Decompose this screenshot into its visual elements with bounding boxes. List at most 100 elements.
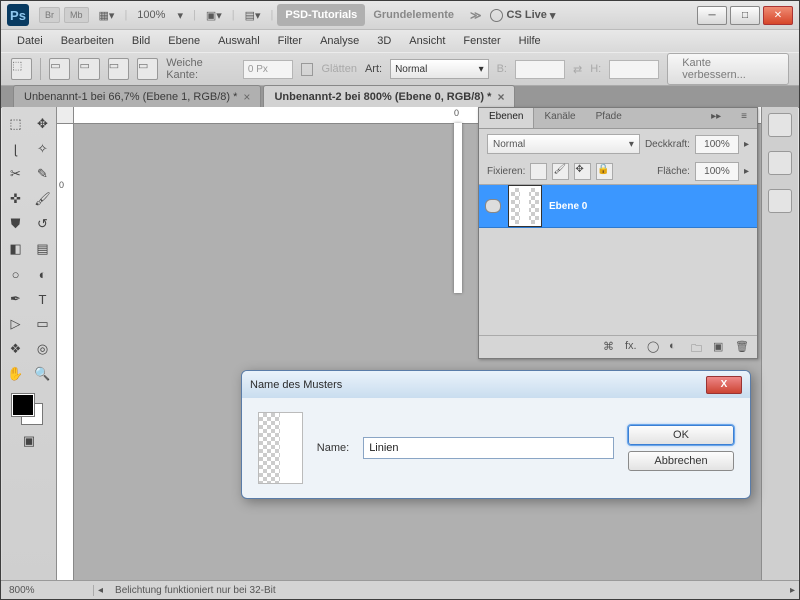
3d-camera-icon[interactable]: ◎ bbox=[31, 338, 55, 360]
lock-position-icon[interactable]: ✥ bbox=[574, 163, 591, 180]
panel-collapse-icon[interactable]: ▸▸ bbox=[701, 108, 731, 128]
maximize-button[interactable]: □ bbox=[730, 6, 760, 25]
menu-ebene[interactable]: Ebene bbox=[160, 32, 208, 50]
tab-kanaele[interactable]: Kanäle bbox=[534, 108, 585, 128]
minibridge-badge[interactable]: Mb bbox=[64, 7, 89, 23]
workspace-tab[interactable]: Grundelemente bbox=[365, 4, 462, 26]
new-layer-icon[interactable]: ▣ bbox=[713, 340, 727, 354]
history-brush-icon[interactable]: ↺ bbox=[31, 213, 55, 235]
layer-group-icon[interactable]: 🗀 bbox=[691, 340, 705, 354]
refine-edge-button[interactable]: Kante verbessern... bbox=[667, 53, 789, 85]
layer-mask-icon[interactable]: ◯ bbox=[647, 340, 661, 354]
heal-tool-icon[interactable]: ✜ bbox=[4, 188, 28, 210]
document-tab[interactable]: Unbenannt-1 bei 66,7% (Ebene 1, RGB/8) *… bbox=[13, 85, 261, 108]
width-input[interactable] bbox=[515, 60, 565, 79]
fill-flyout-icon[interactable]: ▸ bbox=[744, 166, 749, 177]
cancel-button[interactable]: Abbrechen bbox=[628, 451, 734, 471]
menu-bild[interactable]: Bild bbox=[124, 32, 158, 50]
layer-name[interactable]: Ebene 0 bbox=[549, 201, 587, 212]
lock-pixels-icon[interactable]: 🖌 bbox=[552, 163, 569, 180]
sub-selection-icon[interactable]: ▭ bbox=[108, 58, 129, 80]
ok-button[interactable]: OK bbox=[628, 425, 734, 445]
layer-fx-icon[interactable]: fx. bbox=[625, 340, 639, 354]
opacity-flyout-icon[interactable]: ▸ bbox=[744, 139, 749, 150]
masks-panel-icon[interactable] bbox=[768, 189, 792, 213]
close-button[interactable]: ✕ bbox=[763, 6, 793, 25]
shape-tool-icon[interactable]: ▭ bbox=[31, 313, 55, 335]
crop-tool-icon[interactable]: ✂ bbox=[4, 163, 28, 185]
layer-row[interactable]: Ebene 0 bbox=[479, 185, 757, 228]
dodge-tool-icon[interactable]: ◐ bbox=[31, 263, 55, 285]
arrange-icon[interactable]: ▦▾ bbox=[99, 9, 115, 22]
stamp-tool-icon[interactable]: ⛊ bbox=[4, 213, 28, 235]
pattern-name-input[interactable] bbox=[363, 437, 614, 459]
foreground-color-swatch[interactable] bbox=[12, 394, 34, 416]
marquee-tool-icon[interactable]: ⬚ bbox=[4, 113, 28, 135]
zoom-status[interactable]: 800% bbox=[1, 585, 94, 596]
menu-datei[interactable]: Datei bbox=[9, 32, 51, 50]
gradient-tool-icon[interactable]: ▤ bbox=[31, 238, 55, 260]
quickmask-icon[interactable]: ▣ bbox=[17, 430, 41, 452]
blur-tool-icon[interactable]: ○ bbox=[4, 263, 28, 285]
eyedropper-tool-icon[interactable]: ✎ bbox=[31, 163, 55, 185]
close-tab-icon[interactable]: × bbox=[497, 90, 504, 104]
menu-auswahl[interactable]: Auswahl bbox=[210, 32, 268, 50]
zoom-tool-icon[interactable]: 🔍 bbox=[31, 363, 55, 385]
pen-tool-icon[interactable]: ✒ bbox=[4, 288, 28, 310]
status-next-icon[interactable]: ▸ bbox=[786, 585, 799, 596]
menu-bearbeiten[interactable]: Bearbeiten bbox=[53, 32, 122, 50]
fill-input[interactable]: 100% bbox=[695, 162, 739, 181]
dialog-titlebar[interactable]: Name des Musters X bbox=[242, 371, 750, 398]
tool-preset-icon[interactable]: ⬚ bbox=[11, 58, 32, 80]
status-prev-icon[interactable]: ◂ bbox=[94, 585, 107, 596]
color-swatches[interactable] bbox=[12, 394, 46, 424]
3d-tool-icon[interactable]: ❖ bbox=[4, 338, 28, 360]
opacity-input[interactable]: 100% bbox=[695, 135, 739, 154]
canvas-area[interactable]: 0 0 Ebenen Kanäle Pfade ▸▸ ≡ bbox=[57, 107, 798, 581]
height-input[interactable] bbox=[609, 60, 659, 79]
viewextras-icon[interactable]: ▤▾ bbox=[245, 9, 261, 22]
layer-thumbnail[interactable] bbox=[509, 186, 541, 226]
type-tool-icon[interactable]: T bbox=[31, 288, 55, 310]
delete-layer-icon[interactable]: 🗑 bbox=[735, 340, 749, 354]
lasso-tool-icon[interactable]: ɭ bbox=[4, 138, 28, 160]
lock-all-icon[interactable]: 🔒 bbox=[596, 163, 613, 180]
menu-filter[interactable]: Filter bbox=[270, 32, 310, 50]
move-tool-icon[interactable]: ✥ bbox=[31, 113, 55, 135]
swap-wh-icon[interactable]: ⇄ bbox=[573, 63, 582, 76]
ruler-origin-icon[interactable] bbox=[57, 107, 74, 124]
workspace-tab-active[interactable]: PSD-Tutorials bbox=[277, 4, 365, 26]
visibility-eye-icon[interactable] bbox=[485, 199, 501, 213]
bridge-badge[interactable]: Br bbox=[39, 7, 60, 23]
link-layers-icon[interactable]: ⌘ bbox=[603, 340, 617, 354]
workspace-more-icon[interactable]: ≫ bbox=[462, 4, 490, 27]
hand-tool-icon[interactable]: ✋ bbox=[4, 363, 28, 385]
screenmode-icon[interactable]: ▣▾ bbox=[206, 9, 222, 22]
swatches-panel-icon[interactable] bbox=[768, 113, 792, 137]
panel-menu-icon[interactable]: ≡ bbox=[731, 108, 757, 128]
brush-tool-icon[interactable]: 🖌 bbox=[31, 188, 55, 210]
menu-3d[interactable]: 3D bbox=[369, 32, 399, 50]
menu-fenster[interactable]: Fenster bbox=[455, 32, 508, 50]
feather-input[interactable] bbox=[243, 60, 293, 79]
menu-analyse[interactable]: Analyse bbox=[312, 32, 367, 50]
cslive-button[interactable]: CS Live▾ bbox=[490, 9, 556, 22]
adjustment-layer-icon[interactable]: ◐ bbox=[669, 340, 683, 354]
vertical-ruler[interactable]: 0 bbox=[57, 107, 74, 581]
document-canvas[interactable] bbox=[454, 123, 462, 293]
style-select[interactable]: Normal▾ bbox=[390, 59, 489, 79]
minimize-button[interactable]: ─ bbox=[697, 6, 727, 25]
menu-ansicht[interactable]: Ansicht bbox=[401, 32, 453, 50]
document-tab-active[interactable]: Unbenannt-2 bei 800% (Ebene 0, RGB/8) *× bbox=[263, 85, 515, 108]
antialias-checkbox[interactable] bbox=[301, 63, 314, 76]
eraser-tool-icon[interactable]: ◧ bbox=[4, 238, 28, 260]
lock-transparency-icon[interactable] bbox=[530, 163, 547, 180]
zoom-display[interactable]: 100% bbox=[137, 9, 165, 21]
tab-ebenen[interactable]: Ebenen bbox=[479, 108, 534, 128]
adjustments-panel-icon[interactable] bbox=[768, 151, 792, 175]
intersect-selection-icon[interactable]: ▭ bbox=[137, 58, 158, 80]
close-tab-icon[interactable]: × bbox=[243, 90, 250, 104]
tab-pfade[interactable]: Pfade bbox=[586, 108, 632, 128]
wand-tool-icon[interactable]: ✧ bbox=[31, 138, 55, 160]
path-select-icon[interactable]: ▷ bbox=[4, 313, 28, 335]
